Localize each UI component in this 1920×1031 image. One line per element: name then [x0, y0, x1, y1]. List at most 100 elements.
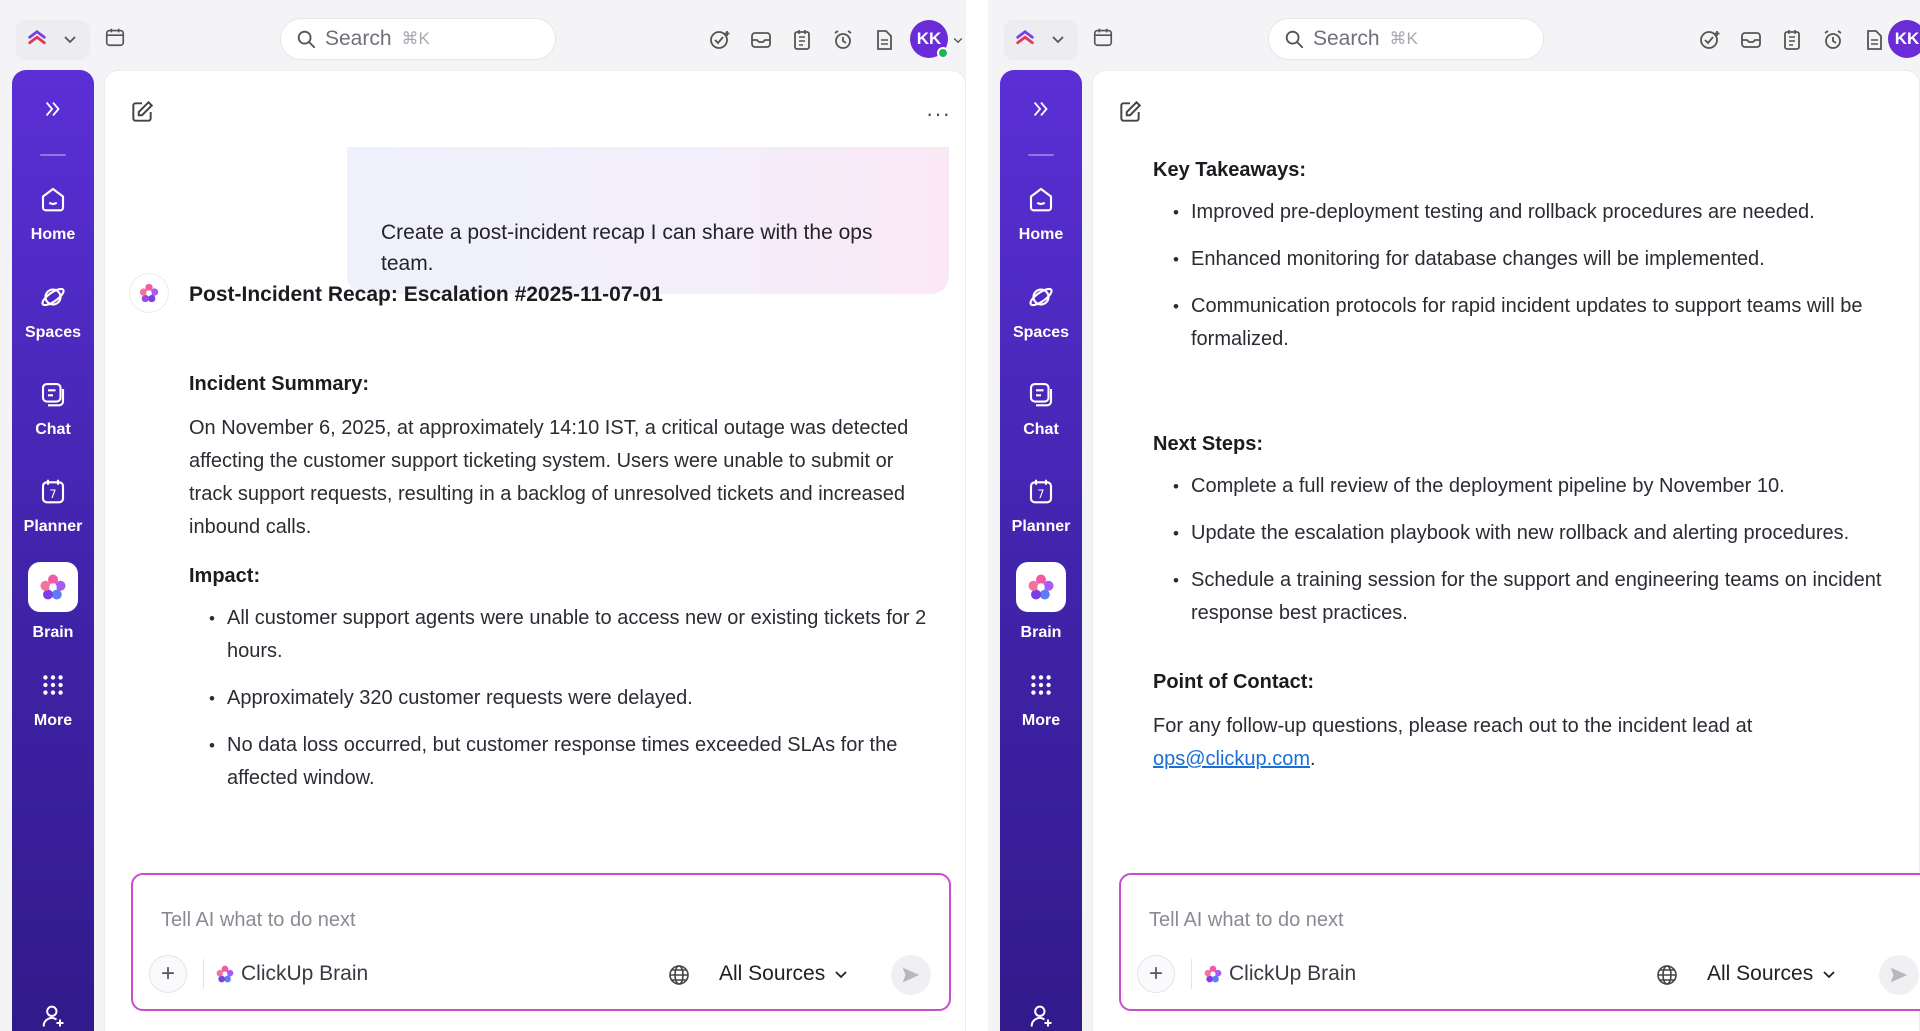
sidebar-item-home[interactable]: Home [1000, 182, 1082, 244]
alarm-icon[interactable] [1819, 26, 1846, 53]
send-button[interactable] [1879, 955, 1919, 995]
inbox-icon[interactable] [747, 26, 774, 53]
chevron-down-icon [1823, 971, 1835, 979]
next-steps-section: Next Steps: Complete a full review of th… [1153, 433, 1913, 644]
list-item: Complete a full review of the deployment… [1153, 470, 1913, 503]
expand-sidebar-icon[interactable] [12, 98, 94, 120]
more-options-icon[interactable]: ··· [926, 101, 951, 127]
incident-summary-section: Incident Summary: On November 6, 2025, a… [189, 373, 929, 544]
sidebar-item-planner[interactable]: 7 Planner [12, 474, 94, 536]
sidebar: Home Spaces Chat 7 Planner Brain More [12, 70, 94, 1031]
sidebar-item-label: Planner [23, 518, 83, 535]
impact-list: All customer support agents were unable … [189, 602, 929, 795]
spaces-icon [1024, 280, 1058, 314]
model-label: ClickUp Brain [241, 962, 369, 985]
new-chat-icon[interactable] [129, 99, 155, 130]
add-attachment-button[interactable]: + [1137, 955, 1175, 993]
alarm-icon[interactable] [829, 26, 856, 53]
sidebar-item-label: Chat [1023, 421, 1059, 438]
search-shortcut: ⌘K [1389, 29, 1418, 48]
divider [203, 959, 204, 989]
prompt-input[interactable]: Tell AI what to do next [161, 909, 356, 932]
model-selector[interactable]: ClickUp Brain [215, 962, 368, 986]
document-icon[interactable] [870, 26, 897, 53]
online-status-dot [937, 47, 949, 59]
calendar-icon[interactable] [104, 26, 126, 53]
sources-dropdown[interactable]: All Sources [719, 962, 849, 986]
home-icon [1024, 182, 1058, 216]
notepad-icon[interactable] [1778, 26, 1805, 53]
invite-user-icon[interactable] [12, 1002, 94, 1030]
search-bar[interactable]: Search ⌘K [1268, 18, 1544, 60]
planner-icon: 7 [36, 474, 70, 508]
sidebar-item-label: Spaces [1012, 324, 1070, 341]
sidebar-item-chat[interactable]: Chat [1000, 377, 1082, 439]
chevron-down-icon[interactable] [952, 34, 964, 46]
sidebar-item-label: Brain [32, 624, 74, 641]
task-add-icon[interactable] [1696, 26, 1723, 53]
section-heading: Point of Contact: [1153, 671, 1315, 693]
document-icon[interactable] [1860, 26, 1887, 53]
search-shortcut: ⌘K [401, 29, 430, 48]
avatar-initials: KK [916, 29, 942, 48]
sidebar-item-more[interactable]: More [12, 668, 94, 730]
inbox-icon[interactable] [1737, 26, 1764, 53]
notepad-icon[interactable] [788, 26, 815, 53]
send-button[interactable] [891, 955, 931, 995]
expand-sidebar-icon[interactable] [1000, 98, 1082, 120]
sidebar-item-home[interactable]: Home [12, 182, 94, 244]
clickup-logo-icon [28, 30, 46, 45]
avatar[interactable]: KK [910, 20, 949, 59]
sidebar-item-brain[interactable]: Brain [12, 562, 94, 642]
sidebar-item-label: More [33, 712, 73, 729]
home-icon [36, 182, 70, 216]
ai-prompt-box[interactable]: Tell AI what to do next + ClickUp Brain … [131, 873, 951, 1011]
contact-text: For any follow-up questions, please reac… [1153, 715, 1753, 737]
sidebar-item-label: Home [1018, 226, 1064, 243]
right-screen: Search ⌘K KK Home Spaces Chat 7 Planner … [988, 0, 1920, 1031]
prompt-input[interactable]: Tell AI what to do next [1149, 909, 1344, 932]
sources-label: All Sources [1707, 962, 1814, 985]
search-bar[interactable]: Search ⌘K [280, 18, 556, 60]
globe-icon[interactable] [667, 963, 691, 987]
summary-paragraph: On November 6, 2025, at approximately 14… [189, 417, 909, 538]
section-heading: Next Steps: [1153, 433, 1264, 455]
workspace-switcher[interactable] [1004, 20, 1078, 60]
sidebar-item-spaces[interactable]: Spaces [12, 280, 94, 342]
sources-dropdown[interactable]: All Sources [1707, 962, 1837, 986]
sidebar-item-more[interactable]: More [1000, 668, 1082, 730]
ai-prompt-box[interactable]: Tell AI what to do next + ClickUp Brain … [1119, 873, 1920, 1011]
list-item: All customer support agents were unable … [189, 602, 929, 668]
list-item: Improved pre-deployment testing and roll… [1153, 196, 1913, 229]
workspace-switcher[interactable] [16, 20, 90, 60]
add-attachment-button[interactable]: + [149, 955, 187, 993]
contact-email-link[interactable]: ops@clickup.com [1153, 748, 1310, 770]
spaces-icon [36, 280, 70, 314]
sidebar-item-planner[interactable]: 7 Planner [1000, 474, 1082, 536]
calendar-icon[interactable] [1092, 26, 1114, 53]
model-selector[interactable]: ClickUp Brain [1203, 962, 1356, 986]
sidebar-divider [1028, 154, 1054, 156]
user-message-text: Create a post-incident recap I can share… [381, 221, 873, 275]
sidebar-item-chat[interactable]: Chat [12, 377, 94, 439]
sidebar-item-spaces[interactable]: Spaces [1000, 280, 1082, 342]
svg-text:7: 7 [1037, 488, 1044, 501]
avatar[interactable]: KK [1888, 20, 1920, 58]
avatar-initials: KK [1894, 29, 1920, 48]
sidebar-item-label: Chat [35, 421, 71, 438]
chevron-down-icon [64, 36, 76, 44]
globe-icon[interactable] [1655, 963, 1679, 987]
list-item: Approximately 320 customer requests were… [189, 682, 929, 715]
next-steps-list: Complete a full review of the deployment… [1153, 470, 1913, 630]
new-chat-icon[interactable] [1117, 99, 1143, 130]
list-item: Communication protocols for rapid incide… [1153, 290, 1913, 356]
chat-panel: ··· Create a post-incident recap I can s… [104, 70, 966, 1031]
section-heading: Impact: [189, 565, 261, 587]
chevron-down-icon [835, 971, 847, 979]
invite-user-icon[interactable] [1000, 1002, 1082, 1030]
task-add-icon[interactable] [706, 26, 733, 53]
sidebar-item-brain[interactable]: Brain [1000, 562, 1082, 642]
section-heading: Key Takeaways: [1153, 159, 1307, 181]
brain-icon [216, 965, 234, 983]
toolbar [1696, 26, 1887, 53]
